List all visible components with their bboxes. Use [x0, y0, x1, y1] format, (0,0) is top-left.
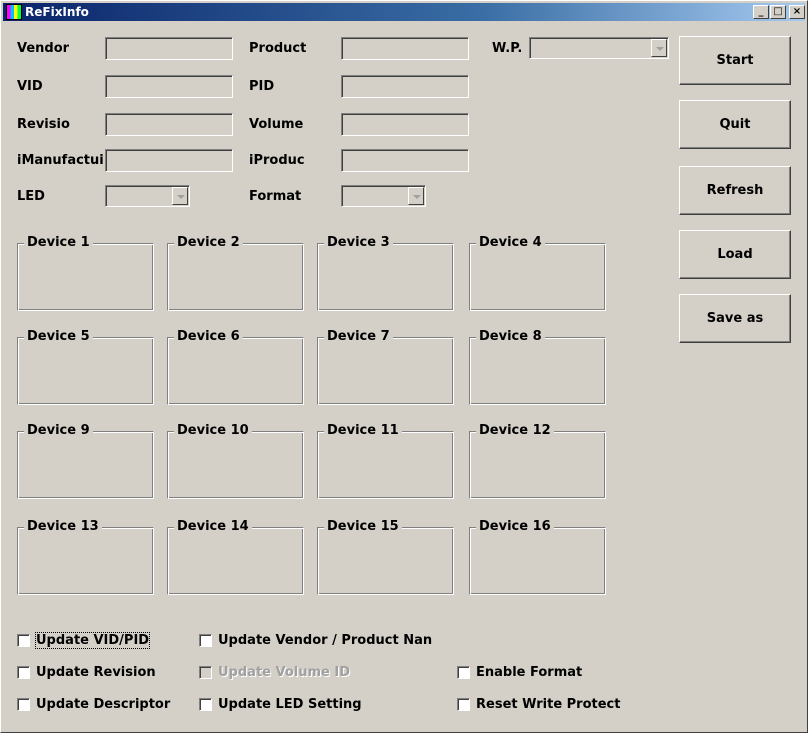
chevron-down-icon[interactable]	[651, 39, 667, 57]
vendor-label: Vendor	[17, 41, 70, 56]
checkbox-box[interactable]	[199, 634, 212, 647]
update-descriptor-checkbox[interactable]: Update Descriptor	[17, 697, 170, 712]
update-led-setting-checkbox[interactable]: Update LED Setting	[199, 697, 362, 712]
wp-label: W.P.	[492, 41, 523, 56]
device-group-5: Device 5	[17, 329, 154, 405]
device-group-title: Device 3	[324, 235, 393, 250]
minimize-button[interactable]: _	[753, 5, 769, 19]
close-button[interactable]: ×	[789, 5, 805, 19]
chevron-down-icon[interactable]	[408, 187, 424, 205]
device-group-10: Device 10	[167, 423, 304, 499]
checkbox-box[interactable]	[17, 634, 30, 647]
update-vendor-product-checkbox[interactable]: Update Vendor / Product Nan	[199, 633, 432, 648]
device-group-title: Device 1	[24, 235, 93, 250]
checkbox-box[interactable]	[457, 666, 470, 679]
device-group-4: Device 4	[469, 235, 606, 311]
checkbox-box[interactable]	[457, 698, 470, 711]
update-revision-checkbox[interactable]: Update Revision	[17, 665, 156, 680]
window-title: ReFixInfo	[25, 5, 89, 19]
led-label: LED	[17, 189, 45, 204]
checkbox-label: Reset Write Protect	[476, 697, 621, 712]
checkbox-label: Update Volume ID	[218, 665, 351, 680]
device-group-title: Device 14	[174, 519, 252, 534]
checkbox-label: Enable Format	[476, 665, 583, 680]
device-group-1: Device 1	[17, 235, 154, 311]
device-group-7: Device 7	[317, 329, 454, 405]
device-group-title: Device 4	[476, 235, 545, 250]
device-group-title: Device 15	[324, 519, 402, 534]
pid-field[interactable]	[341, 75, 469, 98]
vendor-field[interactable]	[105, 37, 233, 60]
device-group-title: Device 10	[174, 423, 252, 438]
product-field[interactable]	[341, 37, 469, 60]
iproduct-field[interactable]	[341, 149, 469, 172]
device-group-15: Device 15	[317, 519, 454, 595]
volume-label: Volume	[249, 117, 304, 132]
device-group-title: Device 6	[174, 329, 243, 344]
device-group-8: Device 8	[469, 329, 606, 405]
iproduct-label: iProduc	[249, 153, 305, 168]
vid-label: VID	[17, 79, 43, 94]
device-group-14: Device 14	[167, 519, 304, 595]
reset-write-protect-checkbox[interactable]: Reset Write Protect	[457, 697, 620, 712]
device-group-11: Device 11	[317, 423, 454, 499]
device-group-3: Device 3	[317, 235, 454, 311]
wp-dropdown[interactable]	[529, 37, 669, 59]
device-group-title: Device 12	[476, 423, 554, 438]
device-group-16: Device 16	[469, 519, 606, 595]
checkbox-label: Update VID/PID	[34, 632, 151, 649]
vid-field[interactable]	[105, 75, 233, 98]
checkbox-label: Update Descriptor	[36, 697, 171, 712]
start-button[interactable]: Start	[679, 36, 791, 85]
device-group-13: Device 13	[17, 519, 154, 595]
device-group-title: Device 9	[24, 423, 93, 438]
checkbox-box[interactable]	[17, 666, 30, 679]
save-as-button[interactable]: Save as	[679, 294, 791, 343]
revision-field[interactable]	[105, 113, 233, 136]
device-group-title: Device 5	[24, 329, 93, 344]
checkbox-box	[199, 666, 212, 679]
led-dropdown[interactable]	[105, 185, 190, 207]
device-group-12: Device 12	[469, 423, 606, 499]
chevron-down-icon[interactable]	[172, 187, 188, 205]
device-group-title: Device 13	[24, 519, 102, 534]
format-label: Format	[249, 189, 302, 204]
imanufacturer-label: iManufactui	[17, 153, 104, 168]
device-group-title: Device 7	[324, 329, 393, 344]
pid-label: PID	[249, 79, 275, 94]
app-icon	[6, 4, 22, 20]
imanufacturer-field[interactable]	[105, 149, 233, 172]
volume-field[interactable]	[341, 113, 469, 136]
device-group-9: Device 9	[17, 423, 154, 499]
checkbox-label: Update Revision	[36, 665, 156, 680]
device-group-title: Device 16	[476, 519, 554, 534]
refresh-button[interactable]: Refresh	[679, 166, 791, 215]
update-volume-id-checkbox: Update Volume ID	[199, 665, 350, 680]
checkbox-label: Update LED Setting	[218, 697, 362, 712]
update-vid-pid-checkbox[interactable]: Update VID/PID	[17, 632, 151, 649]
device-group-6: Device 6	[167, 329, 304, 405]
enable-format-checkbox[interactable]: Enable Format	[457, 665, 582, 680]
checkbox-label: Update Vendor / Product Nan	[218, 633, 433, 648]
product-label: Product	[249, 41, 307, 56]
checkbox-box[interactable]	[17, 698, 30, 711]
device-group-2: Device 2	[167, 235, 304, 311]
device-group-title: Device 2	[174, 235, 243, 250]
revision-label: Revisio	[17, 117, 70, 132]
device-group-title: Device 8	[476, 329, 545, 344]
quit-button[interactable]: Quit	[679, 100, 791, 149]
checkbox-box[interactable]	[199, 698, 212, 711]
load-button[interactable]: Load	[679, 230, 791, 279]
format-dropdown[interactable]	[341, 185, 426, 207]
device-group-title: Device 11	[324, 423, 402, 438]
maximize-button[interactable]: □	[770, 5, 786, 19]
title-bar[interactable]: ReFixInfo _ □ ×	[3, 3, 805, 21]
